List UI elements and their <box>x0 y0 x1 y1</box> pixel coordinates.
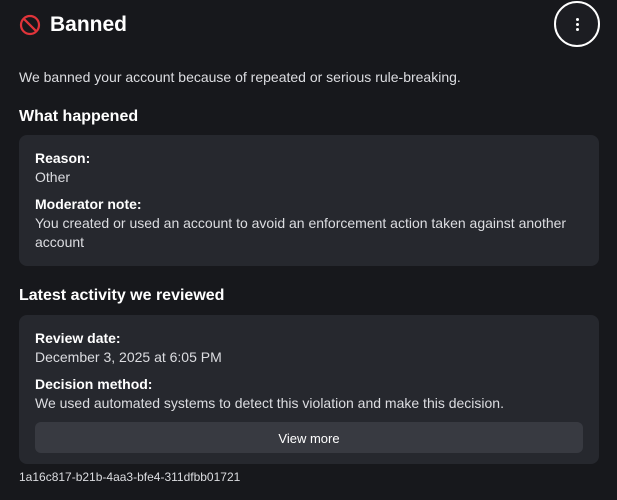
review-date-field: Review date: December 3, 2025 at 6:05 PM <box>35 329 583 367</box>
vertical-ellipsis-icon <box>575 17 579 21</box>
review-date-value: December 3, 2025 at 6:05 PM <box>35 349 222 365</box>
what-happened-card: Reason: Other Moderator note: You create… <box>19 135 599 266</box>
ban-explanation: We banned your account because of repeat… <box>19 69 461 85</box>
more-options-button[interactable] <box>554 1 600 47</box>
vertical-ellipsis-icon-dot <box>575 27 579 31</box>
page-title: Banned <box>50 13 128 36</box>
decision-method-field: Decision method: We used automated syste… <box>35 375 583 413</box>
moderator-note-label: Moderator note: <box>35 196 142 212</box>
decision-method-value: We used automated systems to detect this… <box>35 395 504 411</box>
page-header: Banned <box>0 0 617 52</box>
reason-field: Reason: Other <box>35 149 583 187</box>
moderator-note-value: You created or used an account to avoid … <box>35 215 567 250</box>
reason-label: Reason: <box>35 150 91 166</box>
reason-value: Other <box>35 169 71 185</box>
review-date-label: Review date: <box>35 330 121 346</box>
latest-activity-heading: Latest activity we reviewed <box>19 287 225 304</box>
vertical-ellipsis-icon-dot <box>575 22 579 26</box>
decision-method-label: Decision method: <box>35 376 153 392</box>
ban-icon <box>19 14 41 36</box>
reference-id: 1a16c817-b21b-4aa3-bfe4-311dfbb01721 <box>19 470 241 484</box>
moderator-note-field: Moderator note: You created or used an a… <box>35 195 583 252</box>
latest-activity-card: Review date: December 3, 2025 at 6:05 PM… <box>19 315 599 464</box>
view-more-button[interactable]: View more <box>35 422 583 453</box>
what-happened-heading: What happened <box>19 108 139 125</box>
